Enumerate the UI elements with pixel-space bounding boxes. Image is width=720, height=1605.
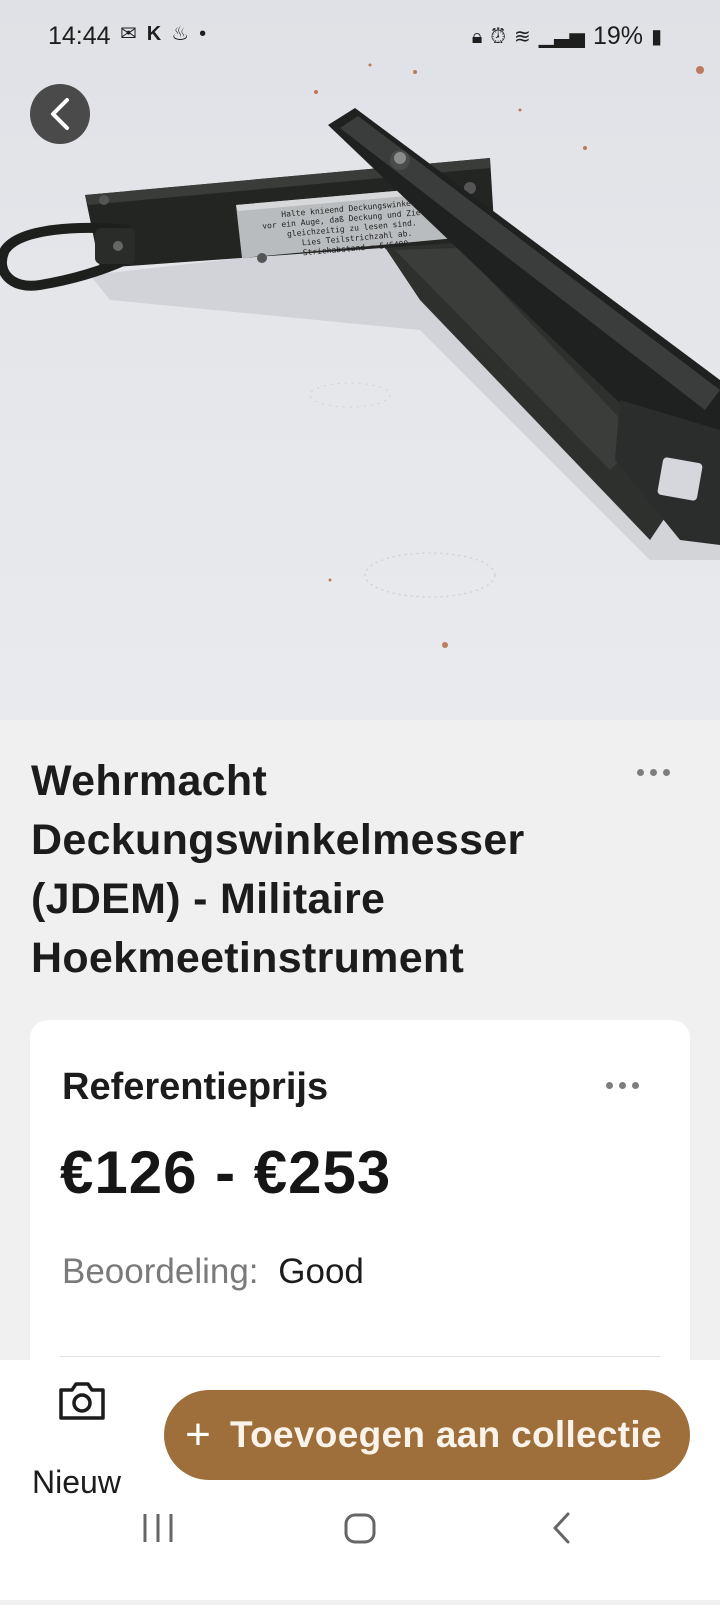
plus-icon: + [185,1410,211,1459]
system-navigation-bar [0,1500,720,1600]
recent-apps-icon[interactable] [130,1500,190,1560]
wifi-icon: ≋ [514,25,531,48]
item-title: Wehrmacht Deckungswinkelmesser (JDEM) - … [31,757,525,982]
alarm-icon: ⏰︎ [490,25,507,48]
new-label: Nieuw [32,1464,121,1500]
mail-icon: ✉ [120,23,137,45]
camera-icon [59,1382,105,1420]
more-options-icon[interactable] [637,769,670,776]
flame-icon: ♨ [171,23,190,45]
photo-illustration: Halte knieend Deckungswinkel vor ein Aug… [0,63,720,648]
k-icon: K [146,23,162,45]
card-more-options-icon[interactable] [606,1082,639,1089]
lock-icon: 🔒︎ [471,25,483,48]
divider [60,1356,660,1357]
add-to-collection-label: Toevoegen aan collectie [230,1414,662,1455]
status-time: 14:44 [48,22,111,50]
item-photo[interactable]: Halte knieend Deckungswinkel vor ein Aug… [0,0,720,720]
home-icon[interactable] [330,1500,390,1560]
add-to-collection-button[interactable]: + Toevoegen aan collectie [164,1390,690,1480]
rating-label: Beoordeling: [62,1252,259,1291]
status-bar: 14:44 ✉ K ♨ • 🔒︎ ⏰︎ ≋ ▁▃▅ 19% ▮ [0,0,720,72]
rating-row: Beoordeling: Good [62,1252,364,1292]
dot-icon: • [199,23,207,45]
back-icon[interactable] [530,1500,590,1560]
signal-icon: ▁▃▅ [538,25,585,48]
card-title: Referentieprijs [62,1066,329,1108]
battery-icon: ▮ [650,25,662,48]
new-scan-button[interactable]: Nieuw [28,1382,138,1500]
back-button[interactable] [30,84,90,144]
rating-value: Good [278,1252,364,1291]
battery-percent: 19% [592,22,643,50]
price-range: €126 - €253 [60,1139,392,1206]
chevron-left-icon [51,98,69,130]
